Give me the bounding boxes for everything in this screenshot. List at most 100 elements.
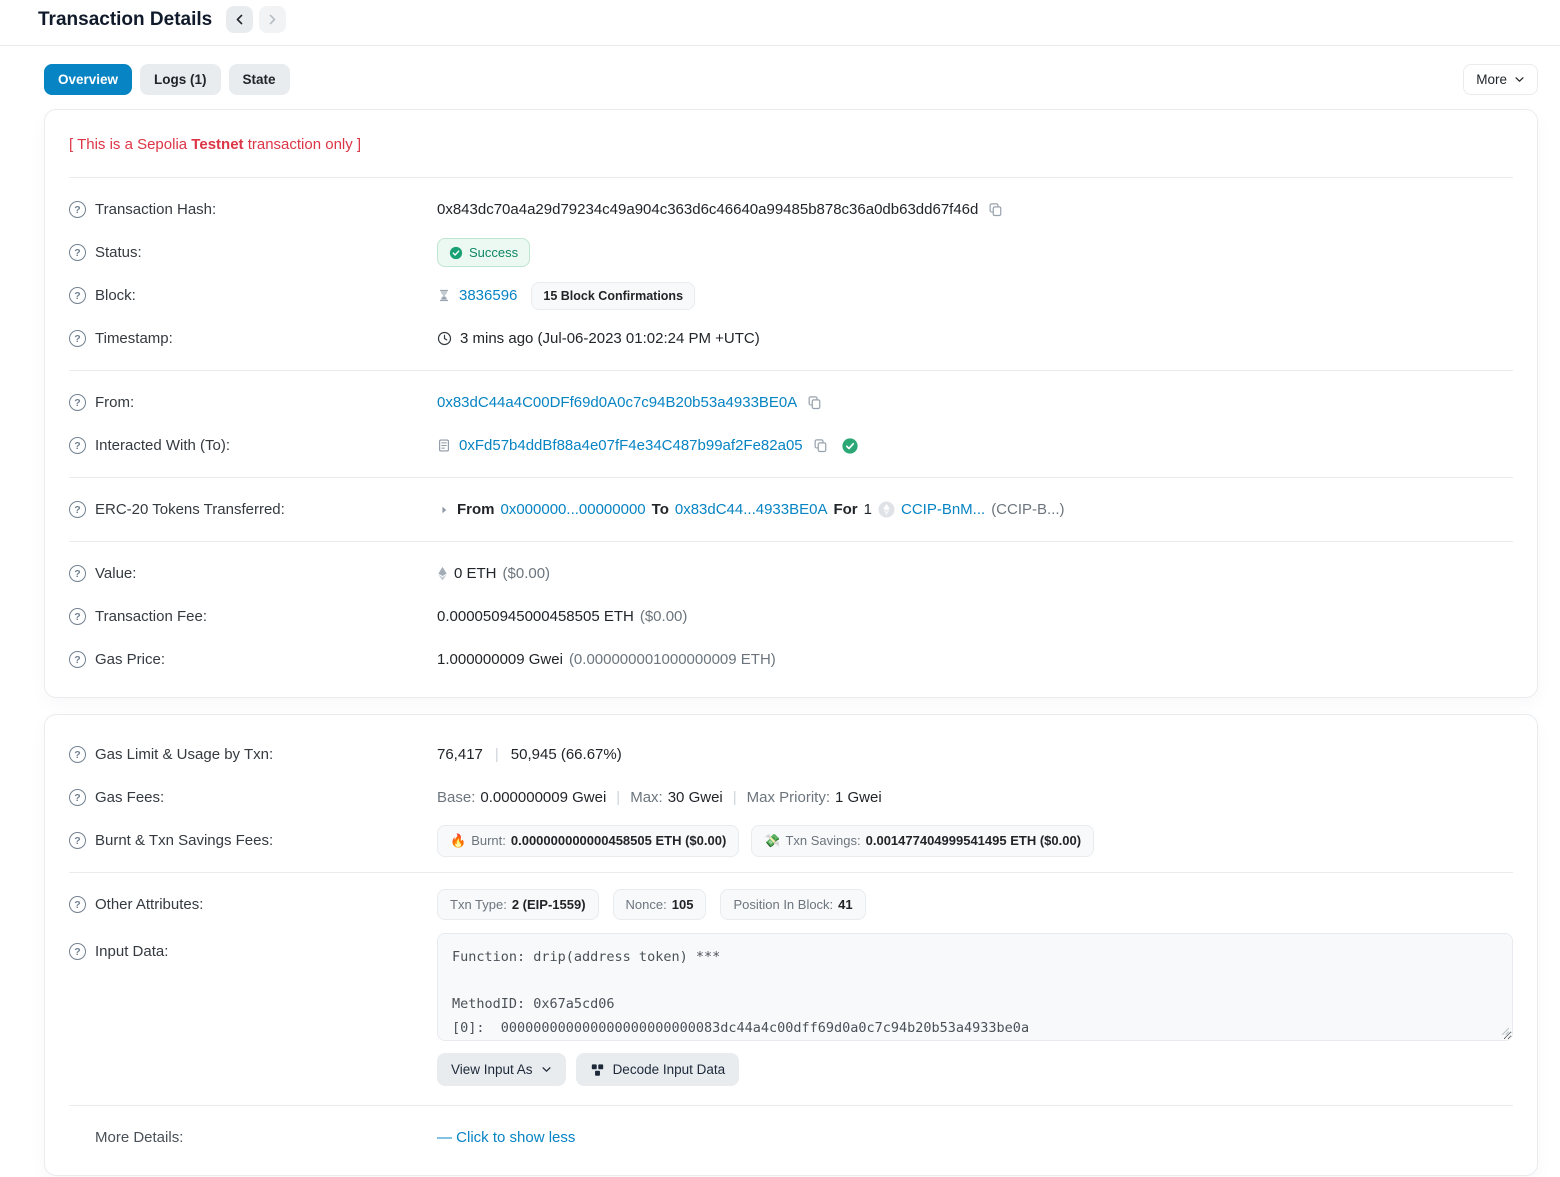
next-transaction-button[interactable] [259, 6, 286, 33]
nonce-badge: Nonce: 105 [613, 889, 707, 920]
block-number-link[interactable]: 3836596 [459, 287, 517, 304]
burnt-fee-value: 0.000000000000458505 ETH ($0.00) [511, 833, 726, 848]
help-icon[interactable]: ? [69, 201, 86, 218]
transaction-details-page: Transaction Details Overview Logs (1) St… [0, 0, 1560, 1176]
row-erc20-transfers: ? ERC-20 Tokens Transferred: From 0x0000… [69, 488, 1513, 531]
max-fee-value: 30 Gwei [668, 789, 723, 806]
testnet-warning: [ This is a Sepolia Testnet transaction … [69, 128, 1513, 167]
more-button[interactable]: More [1463, 64, 1538, 95]
divider [69, 1105, 1513, 1106]
help-icon[interactable]: ? [69, 437, 86, 454]
gas-fees-label: Gas Fees: [95, 789, 164, 806]
row-value: ? Value: 0 ETH ($0.00) [69, 552, 1513, 595]
txn-type-value: 2 (EIP-1559) [512, 897, 586, 912]
block-confirmations-badge: 15 Block Confirmations [531, 282, 695, 310]
tab-bar: Overview Logs (1) State [44, 64, 290, 95]
decode-input-data-button[interactable]: Decode Input Data [576, 1053, 740, 1086]
copy-icon[interactable] [811, 438, 830, 453]
position-in-block-value: 41 [838, 897, 852, 912]
help-icon[interactable]: ? [69, 565, 86, 582]
row-transaction-fee: ? Transaction Fee: 0.000050945000458505 … [69, 595, 1513, 638]
erc20-from-address-link[interactable]: 0x000000...00000000 [501, 501, 646, 518]
help-icon[interactable]: ? [69, 287, 86, 304]
txn-savings-value: 0.001477404999541495 ETH ($0.00) [866, 833, 1081, 848]
interacted-with-label: Interacted With (To): [95, 437, 230, 454]
position-in-block-badge: Position In Block: 41 [720, 889, 865, 920]
gas-price-eth: (0.000000001000000009 ETH) [569, 651, 776, 668]
page-title: Transaction Details [38, 9, 212, 31]
view-input-as-button[interactable]: View Input As [437, 1053, 566, 1086]
help-icon[interactable]: ? [69, 832, 86, 849]
help-icon[interactable]: ? [69, 330, 86, 347]
testnet-warning-suffix: transaction only ] [244, 136, 362, 153]
check-circle-icon [449, 246, 463, 260]
gas-price-gwei: 1.000000009 Gwei [437, 651, 563, 668]
row-from: ? From: 0x83dC44a4C00DFf69d0A0c7c94B20b5… [69, 381, 1513, 424]
help-icon[interactable]: ? [69, 896, 86, 913]
clock-icon [437, 331, 452, 346]
row-gas-fees: ? Gas Fees: Base: 0.000000009 Gwei | Max… [69, 776, 1513, 819]
erc20-to-address-link[interactable]: 0x83dC44...4933BE0A [675, 501, 828, 518]
txn-savings-label: Txn Savings: [785, 833, 860, 848]
row-gas-limit-usage: ? Gas Limit & Usage by Txn: 76,417 | 50,… [69, 733, 1513, 776]
other-attributes-label: Other Attributes: [95, 896, 203, 913]
burnt-savings-label: Burnt & Txn Savings Fees: [95, 832, 273, 849]
interacted-with-address-link[interactable]: 0xFd57b4ddBf88a4e07fF4e34C487b99af2Fe82a… [459, 437, 803, 454]
transaction-hash-label: Transaction Hash: [95, 201, 216, 218]
copy-icon[interactable] [805, 395, 824, 410]
row-other-attributes: ? Other Attributes: Txn Type: 2 (EIP-155… [69, 883, 1513, 926]
base-fee-label: Base: [437, 789, 475, 806]
transaction-fee-eth: 0.000050945000458505 ETH [437, 608, 634, 625]
timestamp-label: Timestamp: [95, 330, 173, 347]
copy-icon[interactable] [986, 202, 1005, 217]
row-input-data: ? Input Data: Function: drip(address tok… [69, 932, 1513, 1087]
divider [69, 370, 1513, 371]
tab-state[interactable]: State [229, 64, 290, 95]
help-icon[interactable]: ? [69, 244, 86, 261]
row-more-details: More Details: — Click to show less [69, 1116, 1513, 1159]
chevron-down-icon [1514, 74, 1525, 85]
value-label: Value: [95, 565, 136, 582]
position-in-block-label: Position In Block: [733, 897, 833, 912]
nonce-label: Nonce: [626, 897, 667, 912]
block-label: Block: [95, 287, 136, 304]
toolbar: Overview Logs (1) State More [44, 64, 1538, 95]
tab-logs[interactable]: Logs (1) [140, 64, 221, 95]
erc20-amount: 1 [864, 501, 872, 518]
help-icon[interactable]: ? [69, 943, 86, 960]
separator: | [728, 789, 742, 806]
input-data-textarea[interactable]: Function: drip(address token) *** Method… [437, 933, 1513, 1041]
token-icon [878, 501, 895, 518]
gas-price-label: Gas Price: [95, 651, 165, 668]
contract-file-icon [437, 438, 451, 453]
gas-limit-usage-label: Gas Limit & Usage by Txn: [95, 746, 273, 763]
testnet-warning-prefix: [ This is a Sepolia [69, 136, 191, 153]
help-icon[interactable]: ? [69, 651, 86, 668]
from-address-link[interactable]: 0x83dC44a4C00DFf69d0A0c7c94B20b53a4933BE… [437, 394, 797, 411]
help-icon[interactable]: ? [69, 608, 86, 625]
show-less-link[interactable]: — Click to show less [437, 1129, 575, 1146]
help-icon[interactable]: ? [69, 394, 86, 411]
transaction-fee-usd: ($0.00) [640, 608, 688, 625]
more-details-label: More Details: [95, 1129, 183, 1146]
burnt-fee-label: Burnt: [471, 833, 506, 848]
separator: | [483, 746, 511, 763]
erc20-token-link[interactable]: CCIP-BnM... [901, 501, 985, 518]
verified-check-icon [842, 438, 858, 454]
max-priority-fee-value: 1 Gwei [835, 789, 882, 806]
status-badge: Success [437, 238, 530, 267]
input-data-label: Input Data: [95, 943, 168, 960]
previous-transaction-button[interactable] [226, 6, 253, 33]
value-eth: 0 ETH [454, 565, 497, 582]
help-icon[interactable]: ? [69, 501, 86, 518]
help-icon[interactable]: ? [69, 746, 86, 763]
tab-overview[interactable]: Overview [44, 64, 132, 95]
caret-right-icon[interactable] [437, 505, 451, 515]
divider [69, 177, 1513, 178]
status-badge-label: Success [469, 245, 518, 260]
row-status: ? Status: Success [69, 231, 1513, 274]
decode-input-data-label: Decode Input Data [613, 1062, 726, 1077]
testnet-warning-bold: Testnet [191, 136, 243, 153]
help-icon[interactable]: ? [69, 789, 86, 806]
erc20-for-label: For [833, 501, 857, 518]
